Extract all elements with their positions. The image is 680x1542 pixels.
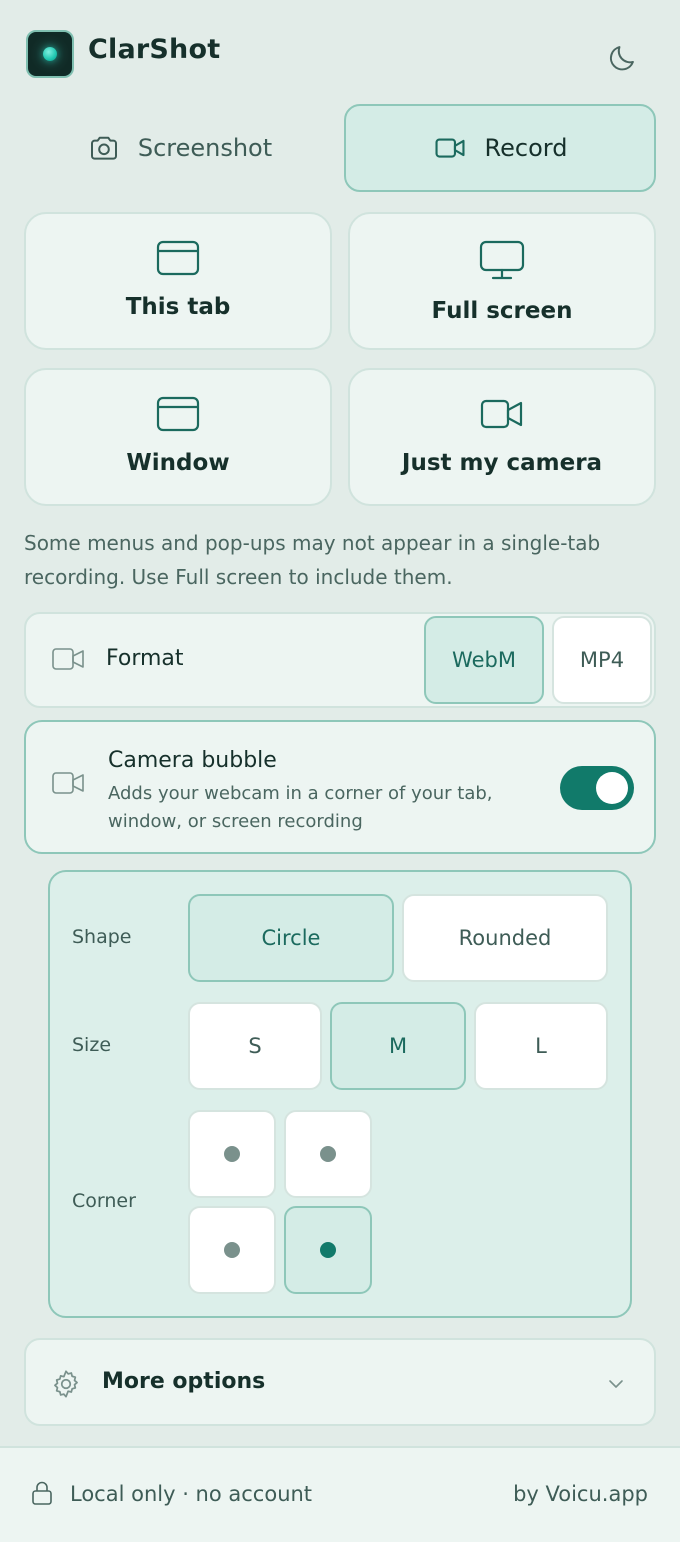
shape-circle-button[interactable]: Circle bbox=[188, 894, 394, 982]
shape-label: Shape bbox=[72, 926, 132, 948]
monitor-icon bbox=[479, 240, 525, 280]
privacy-text: Local only · no account bbox=[70, 1482, 313, 1506]
tab-screenshot-label: Screenshot bbox=[137, 134, 273, 162]
capture-full-screen-label: Full screen bbox=[431, 298, 573, 324]
camera-bubble-row: Camera bubble Adds your webcam in a corn… bbox=[24, 720, 656, 854]
corner-bottom-left-button[interactable] bbox=[188, 1206, 276, 1294]
shape-rounded-button[interactable]: Rounded bbox=[402, 894, 608, 982]
video-icon bbox=[52, 768, 84, 798]
video-camera-icon bbox=[480, 396, 524, 432]
size-m-button[interactable]: M bbox=[330, 1002, 466, 1090]
size-label: Size bbox=[72, 1034, 112, 1056]
browser-window-icon bbox=[156, 240, 200, 276]
tab-screenshot[interactable]: Screenshot bbox=[24, 104, 336, 192]
format-webm-button[interactable]: WebM bbox=[424, 616, 544, 704]
more-options-label: More options bbox=[102, 1369, 266, 1394]
corner-top-left-button[interactable] bbox=[188, 1110, 276, 1198]
moon-icon bbox=[610, 46, 634, 71]
capture-this-tab-label: This tab bbox=[125, 294, 231, 320]
camera-bubble-toggle[interactable] bbox=[560, 766, 634, 810]
recording-note: Some menus and pop-ups may not appear in… bbox=[24, 531, 601, 589]
capture-this-tab-button[interactable]: This tab bbox=[24, 212, 332, 350]
dark-mode-toggle-button[interactable] bbox=[606, 40, 640, 74]
format-label: Format bbox=[106, 646, 184, 671]
app-logo bbox=[26, 30, 74, 78]
capture-full-screen-button[interactable]: Full screen bbox=[348, 212, 656, 350]
video-icon bbox=[52, 644, 84, 674]
corner-bottom-right-button[interactable] bbox=[284, 1206, 372, 1294]
tab-record-label: Record bbox=[484, 134, 568, 162]
bubble-settings-panel: Shape Circle Rounded Size S M L Corner bbox=[48, 870, 632, 1318]
video-icon bbox=[433, 131, 467, 165]
capture-window-button[interactable]: Window bbox=[24, 368, 332, 506]
size-s-button[interactable]: S bbox=[188, 1002, 322, 1090]
chevron-down-icon bbox=[606, 1374, 626, 1394]
app-title: ClarShot bbox=[88, 34, 221, 65]
tab-record[interactable]: Record bbox=[344, 104, 656, 192]
toggle-knob bbox=[596, 772, 628, 804]
window-icon bbox=[156, 396, 200, 432]
capture-camera-label: Just my camera bbox=[401, 450, 603, 476]
size-l-button[interactable]: L bbox=[474, 1002, 608, 1090]
format-row: Format WebM MP4 bbox=[24, 612, 656, 708]
corner-label: Corner bbox=[72, 1190, 136, 1212]
camera-bubble-title: Camera bubble bbox=[108, 748, 277, 773]
more-options-button[interactable]: More options bbox=[24, 1338, 656, 1426]
gear-icon bbox=[50, 1368, 82, 1400]
footer: Local only · no account by Voicu.app bbox=[0, 1446, 680, 1542]
camera-bubble-description: Adds your webcam in a corner of your tab… bbox=[108, 783, 493, 832]
lock-icon bbox=[30, 1480, 54, 1506]
credit-link[interactable]: by Voicu.app bbox=[513, 1482, 648, 1506]
camera-icon bbox=[88, 132, 120, 164]
corner-top-right-button[interactable] bbox=[284, 1110, 372, 1198]
capture-camera-button[interactable]: Just my camera bbox=[348, 368, 656, 506]
format-mp4-button[interactable]: MP4 bbox=[552, 616, 652, 704]
capture-window-label: Window bbox=[126, 450, 230, 476]
